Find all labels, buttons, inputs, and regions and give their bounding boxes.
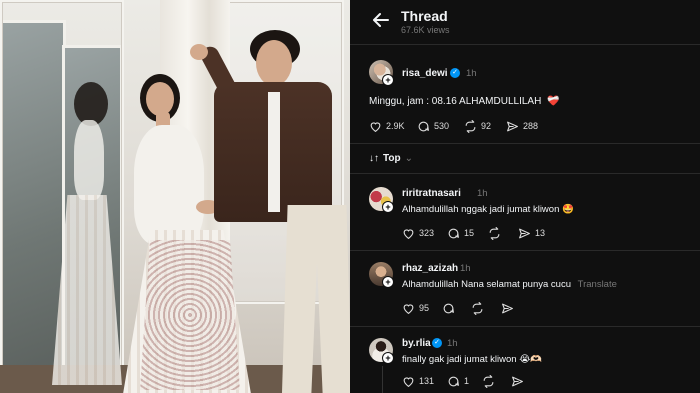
news-photo xyxy=(0,0,350,393)
comment-button[interactable]: 1 xyxy=(447,374,469,388)
send-icon xyxy=(519,228,530,238)
post-time: 1h xyxy=(466,68,477,79)
send-icon xyxy=(512,376,523,386)
thread-line xyxy=(382,366,383,393)
heart-icon xyxy=(403,376,414,387)
thread-header: Thread 67.6K views xyxy=(350,0,700,44)
like-count: 2.9K xyxy=(386,121,405,131)
comment-button[interactable]: 530 xyxy=(417,119,449,133)
reply-text: finally gak jadi jumat kliwon 😭🫶🏻 xyxy=(402,354,543,365)
repost-button[interactable] xyxy=(471,301,484,315)
verified-badge-icon: ✓ xyxy=(432,338,442,348)
reply-text: Alhamdulillah nggak jadi jumat kliwon 🤩 xyxy=(402,204,574,215)
divider xyxy=(350,173,700,174)
follow-plus-icon[interactable]: + xyxy=(382,74,394,86)
repost-button[interactable] xyxy=(488,226,501,240)
reply-text: Alhamdulillah Nana selamat punya cucu Tr… xyxy=(402,279,617,290)
share-count: 13 xyxy=(535,228,546,238)
follow-plus-icon[interactable]: + xyxy=(382,352,394,364)
divider xyxy=(350,250,700,251)
reply-time: 1h xyxy=(447,338,458,349)
divider xyxy=(350,44,700,45)
view-count: 67.6K views xyxy=(401,25,450,35)
share-button[interactable]: 13 xyxy=(518,226,545,240)
post-text: Minggu, jam : 08.16 ALHAMDULLILAH ❤️‍🩹 xyxy=(369,96,560,107)
divider xyxy=(350,326,700,327)
repost-icon xyxy=(472,301,483,315)
share-button[interactable] xyxy=(501,301,514,315)
chevron-down-icon: ⌄ xyxy=(404,153,413,164)
follow-plus-icon[interactable]: + xyxy=(382,276,394,288)
heart-icon xyxy=(403,228,414,239)
comment-icon xyxy=(448,228,459,238)
reply-username[interactable]: by.rlia xyxy=(402,338,431,349)
avatar[interactable]: + xyxy=(369,187,397,215)
follow-plus-icon[interactable]: + xyxy=(382,201,394,213)
post-username[interactable]: risa_dewi xyxy=(402,68,448,79)
sort-arrows-icon: ↓↑ xyxy=(369,153,379,164)
heart-icon xyxy=(370,121,381,132)
repost-count: 92 xyxy=(481,121,492,131)
avatar[interactable]: + xyxy=(369,262,397,290)
post-text-content: Minggu, jam : 08.16 ALHAMDULLILAH xyxy=(369,96,542,107)
reply-time: 1h xyxy=(460,263,471,274)
share-button[interactable] xyxy=(511,374,524,388)
comment-count: 15 xyxy=(464,228,475,238)
share-count: 288 xyxy=(523,121,539,131)
verified-badge-icon: ✓ xyxy=(450,68,460,78)
send-icon xyxy=(507,121,518,131)
repost-button[interactable] xyxy=(482,374,495,388)
translate-link[interactable]: Translate xyxy=(578,279,617,290)
like-button[interactable]: 323 xyxy=(402,226,434,240)
like-button[interactable]: 131 xyxy=(402,374,434,388)
repost-icon xyxy=(465,119,476,133)
comment-icon xyxy=(418,121,429,131)
reply-username[interactable]: riritratnasari xyxy=(402,188,461,199)
reply-username[interactable]: rhaz_azizah xyxy=(402,263,458,274)
thread-panel: Thread 67.6K views + risa_dewi ✓ 1h Ming… xyxy=(350,0,700,393)
page-title: Thread xyxy=(401,8,448,24)
back-arrow-icon[interactable] xyxy=(370,9,392,31)
sort-dropdown[interactable]: ↓↑ Top ⌄ xyxy=(369,153,413,164)
comment-count: 530 xyxy=(434,121,450,131)
divider xyxy=(350,143,700,144)
avatar[interactable]: + xyxy=(369,60,397,88)
comment-icon xyxy=(448,376,459,386)
repost-button[interactable]: 92 xyxy=(464,119,491,133)
reply-time: 1h xyxy=(477,188,488,199)
share-button[interactable]: 288 xyxy=(506,119,538,133)
sort-label: Top xyxy=(383,153,401,164)
like-count: 95 xyxy=(419,303,430,313)
like-count: 131 xyxy=(419,376,435,386)
heart-icon xyxy=(403,303,414,314)
like-button[interactable]: 95 xyxy=(402,301,429,315)
repost-icon xyxy=(489,226,500,240)
comment-button[interactable] xyxy=(442,301,455,315)
comment-icon xyxy=(443,303,454,313)
like-button[interactable]: 2.9K xyxy=(369,119,405,133)
repost-icon xyxy=(483,374,494,388)
comment-button[interactable]: 15 xyxy=(447,226,474,240)
avatar[interactable]: + xyxy=(369,338,397,366)
send-icon xyxy=(502,303,513,313)
comment-count: 1 xyxy=(464,376,470,386)
heart-emoji: ❤️‍🩹 xyxy=(547,96,560,107)
reply-text-content: Alhamdulillah Nana selamat punya cucu xyxy=(402,279,571,290)
like-count: 323 xyxy=(419,228,435,238)
